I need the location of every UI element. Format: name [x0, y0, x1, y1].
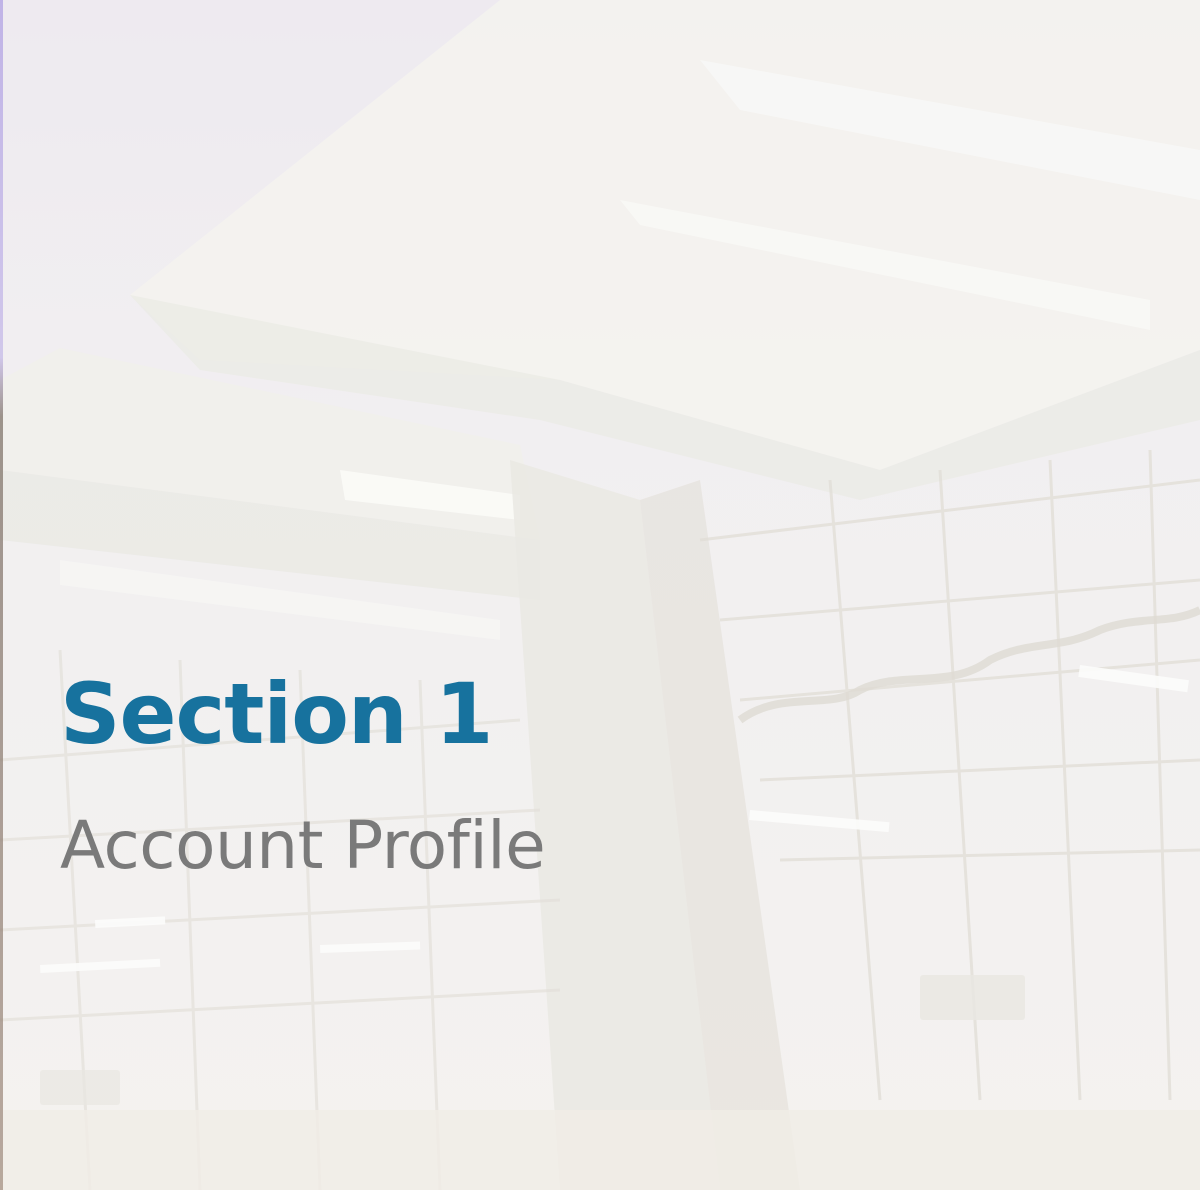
airport-terminal-background-image — [0, 0, 1200, 1190]
section-slide: Section 1 Account Profile — [0, 0, 1200, 1190]
section-heading-block: Section 1 Account Profile — [60, 665, 546, 885]
section-subtitle: Account Profile — [60, 807, 546, 885]
section-title: Section 1 — [60, 665, 493, 763]
